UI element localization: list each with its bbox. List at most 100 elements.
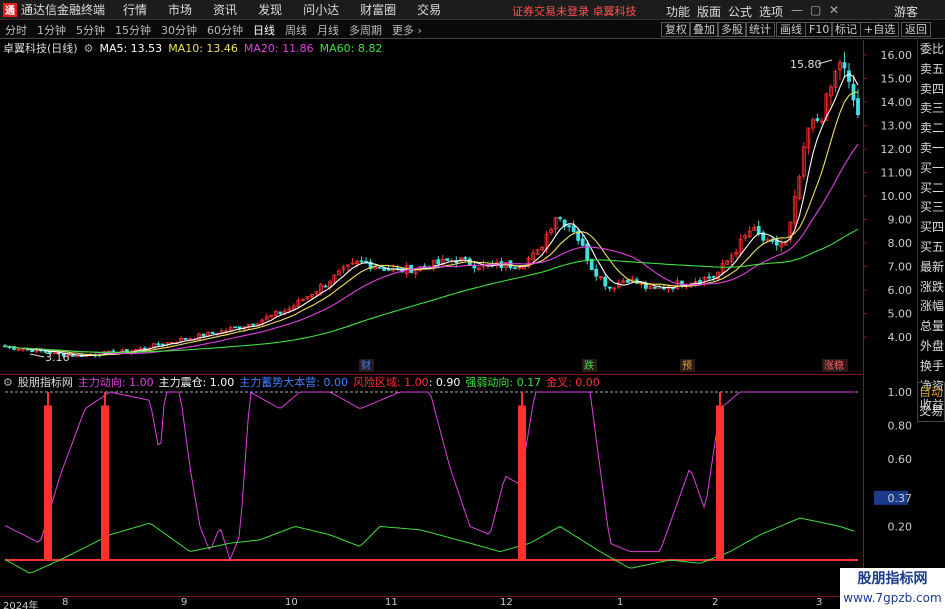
candle-body (680, 280, 684, 287)
side-last[interactable]: 最新 (918, 258, 945, 278)
candle-body (359, 260, 364, 263)
price-axis-border (863, 40, 916, 585)
candle-body (70, 354, 75, 357)
date-tick: 11 (385, 597, 398, 608)
date-tick: 2 (712, 597, 719, 608)
event-marker: 涨稳 (824, 359, 844, 372)
side-ask5[interactable]: 卖五 (918, 60, 945, 80)
candlestick-chart[interactable]: 16.0015.0014.0013.0012.0011.0010.009.008… (0, 0, 945, 609)
annotations-layer: 15.80 3.16 财 跌 预 涨稳 (29, 58, 848, 372)
date-tick: 12 (500, 597, 513, 608)
low-price-label: 3.16 (45, 351, 70, 364)
date-axis: 2024年 8 9 10 11 12 1 2 3 (0, 596, 863, 609)
risk-spike (716, 405, 724, 560)
candle-body (436, 259, 441, 265)
ma20-line (4, 143, 859, 355)
candle-body (607, 286, 612, 289)
side-change-pct[interactable]: 涨幅 (918, 297, 945, 317)
date-tick: 9 (181, 597, 188, 608)
candle-body (377, 266, 382, 269)
candle-body (571, 225, 576, 233)
indicator-legend: ⚙ 股朋指标网 主力动向: 1.00 主力震仓: 1.00 主力蓄势大本营: 0… (0, 374, 863, 389)
candle-body (382, 267, 387, 271)
side-volume[interactable]: 总量 (918, 317, 945, 337)
candle-body (143, 347, 147, 350)
candle-body (756, 225, 761, 235)
watermark-title: 股朋指标网 (857, 571, 928, 587)
side-change[interactable]: 涨跌 (918, 278, 945, 298)
candle-body (603, 276, 608, 287)
ma-lines-layer (4, 73, 859, 357)
candle-body (815, 118, 820, 121)
candles-layer (3, 51, 860, 358)
ma10-line (4, 91, 859, 356)
date-tick: 2024年 (3, 601, 39, 609)
risk-spike-tip (47, 392, 49, 406)
risk-spike (518, 405, 526, 560)
event-marker: 财 (361, 359, 371, 372)
candle-body (698, 280, 702, 284)
candle-body (156, 343, 161, 346)
candle-body (847, 70, 851, 82)
side-turnover[interactable]: 换手 (918, 357, 945, 377)
candle-body (278, 311, 283, 314)
auto-trade-line1[interactable]: 自动 (918, 383, 944, 402)
candle-body (558, 217, 563, 220)
risk-spike (44, 405, 52, 560)
candle-body (463, 257, 468, 259)
ind-extra-value: : 0.90 (428, 375, 461, 389)
low-pointer (29, 353, 45, 358)
side-bid4[interactable]: 买四 (918, 218, 945, 238)
ind-main-shake: 主力震仓: 1.00 (158, 376, 235, 389)
side-bid3[interactable]: 买三 (918, 198, 945, 218)
side-bid-ratio[interactable]: 委比 (918, 40, 945, 60)
risk-spike (101, 405, 109, 560)
candle-body (161, 343, 165, 346)
side-ask3[interactable]: 卖三 (918, 99, 945, 119)
side-bid2[interactable]: 买二 (918, 179, 945, 199)
side-ask4[interactable]: 卖四 (918, 80, 945, 100)
candle-body (567, 225, 572, 228)
side-bid5[interactable]: 买五 (918, 238, 945, 258)
ind-main-trend: 主力动向: 1.00 (77, 376, 154, 389)
date-tick: 3 (816, 597, 823, 608)
candle-body (842, 62, 847, 69)
auto-trade-button[interactable]: 自动 交易 (917, 382, 945, 422)
candle-body (201, 333, 206, 337)
risk-spike-tip (521, 392, 523, 406)
high-price-label: 15.80 (790, 58, 822, 71)
candle-body (625, 279, 630, 283)
ind-golden-cross: 金叉: 0.00 (546, 376, 600, 389)
side-outer[interactable]: 外盘 (918, 337, 945, 357)
watermark: 股朋指标网 www.7gpzb.com (840, 568, 945, 609)
indicator-gear-icon[interactable]: ⚙ (3, 376, 13, 389)
candle-body (210, 331, 215, 334)
candle-body (594, 268, 599, 277)
side-bid1[interactable]: 买一 (918, 159, 945, 179)
ma5-line (4, 73, 859, 357)
ind-strength: 强弱动向: 0.17 (465, 376, 542, 389)
side-ask2[interactable]: 卖二 (918, 119, 945, 139)
watermark-url: www.7gpzb.com (843, 591, 942, 605)
risk-spike-tip (104, 392, 106, 406)
candle-body (707, 276, 711, 279)
candle-body (711, 275, 716, 278)
candle-body (513, 267, 517, 270)
candle-body (856, 98, 860, 116)
ind-risk-zone: 风险区域: 1.00 (352, 376, 429, 389)
candle-body (251, 323, 256, 326)
quote-side-panel: 委比 卖五 卖四 卖三 卖二 卖一 买一 买二 买三 买四 买五 最新 涨跌 涨… (917, 40, 945, 420)
strength-line (4, 517, 855, 574)
date-tick: 8 (62, 597, 69, 608)
auto-trade-line2[interactable]: 交易 (918, 402, 944, 421)
date-tick: 10 (285, 597, 298, 608)
indicator-layer: 1.000.800.600.370.20 (4, 386, 912, 574)
ind-base-camp: 主力蓄势大本营: 0.00 (239, 376, 348, 389)
main-trend-line (4, 391, 854, 562)
event-marker: 预 (682, 360, 692, 372)
side-ask1[interactable]: 卖一 (918, 139, 945, 159)
event-marker: 跌 (584, 359, 594, 372)
risk-spike-tip (719, 392, 721, 406)
candle-body (183, 338, 188, 340)
indicator-name[interactable]: 股朋指标网 (18, 374, 73, 390)
